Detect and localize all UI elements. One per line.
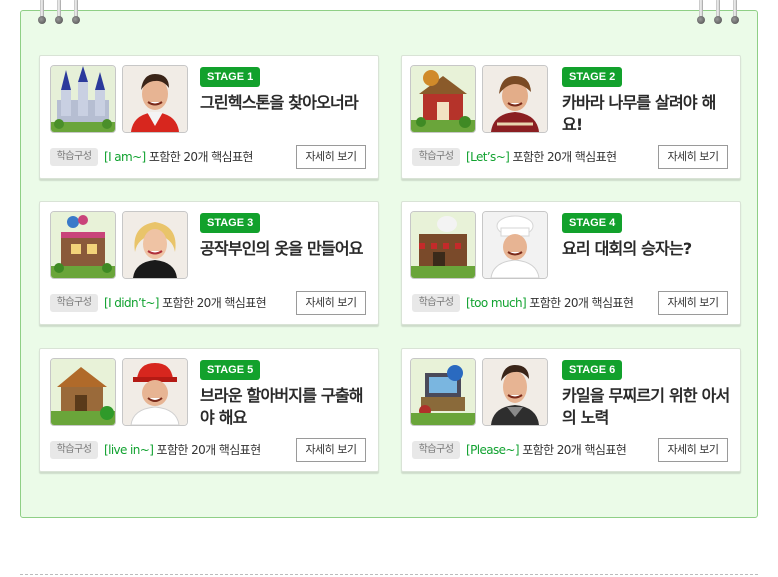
stage-description: [Please~] 포함한 20개 핵심표현 <box>466 441 627 459</box>
stage-badge: STAGE 3 <box>200 213 261 233</box>
stage-title: 브라운 할아버지를 구출해야 해요 <box>200 386 363 427</box>
binder-ring-icon <box>38 0 46 25</box>
learning-tag: 학습구성 <box>50 441 98 459</box>
stage-badge: STAGE 2 <box>562 67 623 87</box>
stage-description: [too much] 포함한 20개 핵심표현 <box>466 294 634 312</box>
character-portrait <box>122 65 188 133</box>
tailor-shop-image <box>50 211 116 279</box>
key-phrase: [I didn’t~] <box>104 296 159 310</box>
stage-description: [live in~] 포함한 20개 핵심표현 <box>104 441 261 459</box>
character-portrait <box>482 211 548 279</box>
key-phrase: [Please~] <box>466 443 520 457</box>
binder-ring-icon <box>731 0 739 25</box>
description-text: 포함한 20개 핵심표현 <box>522 443 627 457</box>
stage-card-5[interactable]: STAGE 5 브라운 할아버지를 구출해야 해요 학습구성 [live in~… <box>39 348 379 472</box>
stage-board: STAGE 1 그린헥스톤을 찾아오너라 학습구성 [I am~] 포함한 20… <box>20 0 758 518</box>
stage-badge: STAGE 6 <box>562 360 623 380</box>
restaurant-image <box>410 211 476 279</box>
learning-tag: 학습구성 <box>50 294 98 312</box>
stage-title: 카바라 나무를 살려야 해요! <box>562 93 716 134</box>
stage-title: 요리 대회의 승자는? <box>562 239 692 258</box>
view-details-button[interactable]: 자세히 보기 <box>658 438 728 462</box>
binder-ring-icon <box>72 0 80 25</box>
stage-card-1[interactable]: STAGE 1 그린헥스톤을 찾아오너라 학습구성 [I am~] 포함한 20… <box>39 55 379 179</box>
key-phrase: [live in~] <box>104 443 154 457</box>
description-text: 포함한 20개 핵심표현 <box>148 150 254 164</box>
stage-badge: STAGE 5 <box>200 360 261 380</box>
stage-card-3[interactable]: STAGE 3 공작부인의 옷을 만들어요 학습구성 [I didn’t~] 포… <box>39 201 379 325</box>
learning-tag: 학습구성 <box>412 441 460 459</box>
stage-card-2[interactable]: STAGE 2 카바라 나무를 살려야 해요! 학습구성 [Let’s~] 포함… <box>401 55 741 179</box>
cottage-image <box>50 358 116 426</box>
learning-tag: 학습구성 <box>50 148 98 166</box>
description-text: 포함한 20개 핵심표현 <box>156 443 262 457</box>
stage-description: [Let’s~] 포함한 20개 핵심표현 <box>466 148 617 166</box>
view-details-button[interactable]: 자세히 보기 <box>296 145 366 169</box>
key-phrase: [I am~] <box>104 150 146 164</box>
key-phrase: [Let’s~] <box>466 150 510 164</box>
character-portrait <box>482 358 548 426</box>
binder-ring-icon <box>55 0 63 25</box>
binder-ring-icon <box>714 0 722 25</box>
character-portrait <box>122 211 188 279</box>
character-portrait <box>122 358 188 426</box>
stage-description: [I am~] 포함한 20개 핵심표현 <box>104 148 253 166</box>
learning-tag: 학습구성 <box>412 294 460 312</box>
view-details-button[interactable]: 자세히 보기 <box>658 291 728 315</box>
view-details-button[interactable]: 자세히 보기 <box>296 438 366 462</box>
machine-image <box>410 358 476 426</box>
description-text: 포함한 20개 핵심표현 <box>162 296 267 310</box>
key-phrase: [too much] <box>466 296 527 310</box>
stage-card-6[interactable]: STAGE 6 카일을 무찌르기 위한 아서의 노력 학습구성 [Please~… <box>401 348 741 472</box>
binder-ring-icon <box>697 0 705 25</box>
stage-title: 공작부인의 옷을 만들어요 <box>200 239 363 258</box>
farmhouse-image <box>410 65 476 133</box>
section-divider <box>20 574 758 575</box>
stage-card-4[interactable]: STAGE 4 요리 대회의 승자는? 학습구성 [too much] 포함한 … <box>401 201 741 325</box>
description-text: 포함한 20개 핵심표현 <box>512 150 617 164</box>
description-text: 포함한 20개 핵심표현 <box>529 296 634 310</box>
view-details-button[interactable]: 자세히 보기 <box>658 145 728 169</box>
stage-title: 그린헥스톤을 찾아오너라 <box>200 93 359 112</box>
castle-image <box>50 65 116 133</box>
learning-tag: 학습구성 <box>412 148 460 166</box>
stage-description: [I didn’t~] 포함한 20개 핵심표현 <box>104 294 267 312</box>
stage-badge: STAGE 1 <box>200 67 261 87</box>
character-portrait <box>482 65 548 133</box>
stage-badge: STAGE 4 <box>562 213 623 233</box>
stage-title: 카일을 무찌르기 위한 아서의 노력 <box>562 386 730 427</box>
view-details-button[interactable]: 자세히 보기 <box>296 291 366 315</box>
